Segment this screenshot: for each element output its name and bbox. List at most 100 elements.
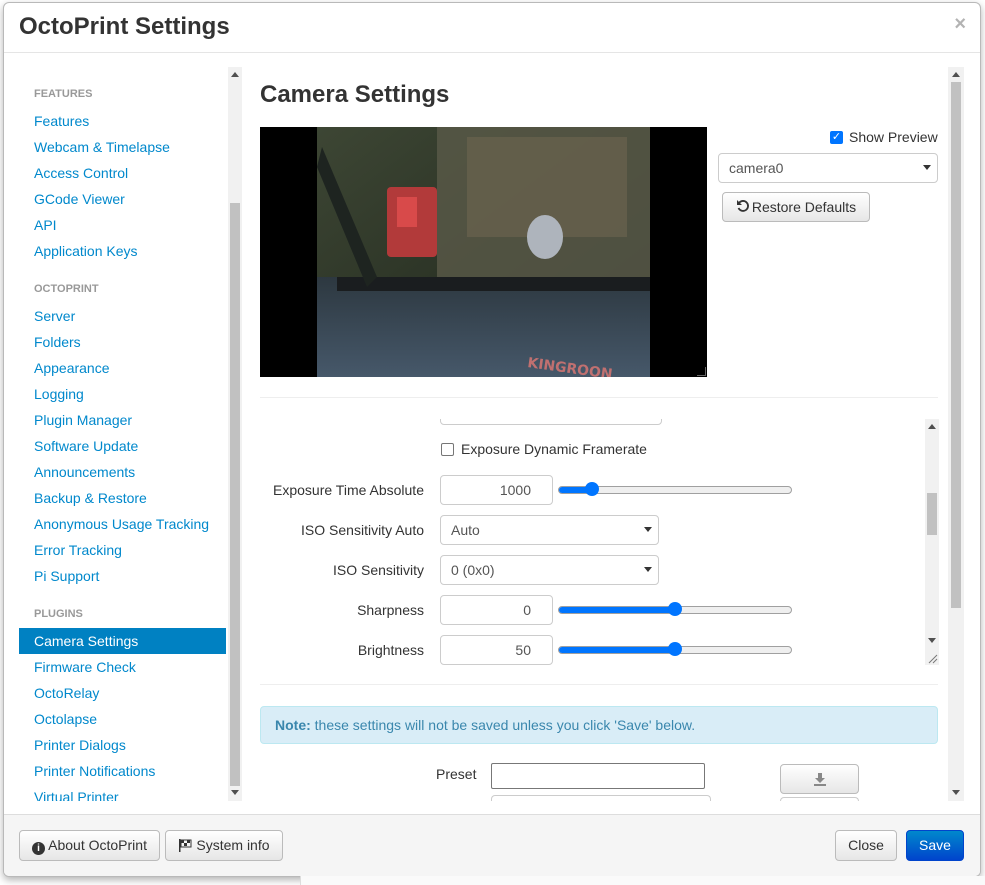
camera-select[interactable]: camera0	[718, 153, 938, 183]
controls-scrollbar[interactable]	[925, 419, 939, 665]
show-preview-label: Show Preview	[849, 129, 938, 145]
sidebar-item-octorelay[interactable]: OctoRelay	[19, 680, 226, 706]
control-label: Exposure Time Absolute	[273, 482, 424, 498]
dialog-footer: i About OctoPrint System info Close Save	[4, 814, 980, 876]
about-octoprint-button[interactable]: i About OctoPrint	[19, 830, 160, 861]
page-title: Camera Settings	[260, 81, 450, 108]
chevron-down-icon	[644, 567, 652, 572]
content-scrollbar-thumb[interactable]	[951, 82, 961, 608]
download-preset-button[interactable]	[780, 764, 859, 794]
sidebar-scroll-down-icon[interactable]	[231, 790, 239, 795]
slider-fill	[559, 607, 675, 613]
preset-label: Preset	[436, 766, 477, 782]
sidebar-item-plugin-manager[interactable]: Plugin Manager	[19, 407, 226, 433]
background-page	[300, 876, 985, 885]
sidebar-item-error-tracking[interactable]: Error Tracking	[19, 537, 226, 563]
camera-select-value: camera0	[729, 160, 784, 176]
slider-handle[interactable]	[668, 642, 682, 656]
sidebar-item-octolapse[interactable]: Octolapse	[19, 706, 226, 732]
brightness-slider[interactable]	[558, 642, 792, 656]
controls-scrollbar-thumb[interactable]	[927, 493, 937, 535]
sidebar-item-folders[interactable]: Folders	[19, 329, 226, 355]
divider	[260, 684, 938, 685]
preview-resize-handle[interactable]	[697, 367, 706, 376]
close-button[interactable]: Close	[835, 830, 897, 861]
slider-handle[interactable]	[585, 482, 599, 496]
restore-defaults-label: Restore Defaults	[751, 199, 857, 215]
resize-grip-icon[interactable]	[926, 651, 938, 664]
exposure-time-input[interactable]: 1000	[440, 475, 553, 505]
sidebar-item-api[interactable]: API	[19, 212, 226, 238]
dialog-title: OctoPrint Settings	[19, 13, 230, 40]
iso-sensitivity-auto-select[interactable]: Auto	[440, 515, 659, 545]
sidebar-item-printer-dialogs[interactable]: Printer Dialogs	[19, 732, 226, 758]
system-info-button[interactable]: System info	[165, 830, 283, 861]
save-note-alert: Note: these settings will not be saved u…	[260, 706, 938, 744]
control-label: Brightness	[357, 642, 424, 658]
preset-input[interactable]	[491, 763, 705, 789]
sidebar-item-application-keys[interactable]: Application Keys	[19, 238, 226, 264]
second-button-partial[interactable]	[780, 797, 859, 801]
download-icon	[813, 772, 827, 789]
note-text: these settings will not be saved unless …	[310, 717, 696, 733]
note-label: Note:	[275, 717, 311, 733]
close-icon[interactable]: ×	[954, 13, 966, 36]
controls-scroll-up-icon[interactable]	[928, 424, 936, 429]
exposure-dynamic-framerate-label: Exposure Dynamic Framerate	[461, 441, 647, 457]
sidebar-scrollbar-thumb[interactable]	[230, 203, 240, 786]
slider-fill	[559, 647, 675, 653]
sidebar-item-logging[interactable]: Logging	[19, 381, 226, 407]
sidebar-item-webcam-timelapse[interactable]: Webcam & Timelapse	[19, 134, 226, 160]
brightness-input[interactable]: 50	[440, 635, 553, 665]
sidebar-item-pi-support[interactable]: Pi Support	[19, 563, 226, 589]
save-button[interactable]: Save	[906, 830, 964, 861]
sidebar-item-backup-restore[interactable]: Backup & Restore	[19, 485, 226, 511]
show-preview-toggle[interactable]: ✓ Show Preview	[830, 129, 938, 145]
camera-preview: KINGROON	[260, 127, 707, 377]
iso-sensitivity-select[interactable]: 0 (0x0)	[440, 555, 659, 585]
settings-dialog: OctoPrint Settings × FEATURES Features Web…	[3, 2, 981, 877]
sidebar-section-header: OCTOPRINT	[34, 283, 99, 295]
chevron-down-icon	[923, 165, 931, 170]
sidebar-section-header: FEATURES	[34, 88, 93, 100]
undo-icon	[736, 194, 750, 222]
content-scroll-down-icon[interactable]	[952, 790, 960, 795]
about-octoprint-label: About OctoPrint	[48, 837, 147, 853]
sidebar-item-gcode-viewer[interactable]: GCode Viewer	[19, 186, 226, 212]
restore-defaults-button[interactable]: Restore Defaults	[722, 192, 870, 222]
sidebar-item-anonymous-usage-tracking[interactable]: Anonymous Usage Tracking	[19, 511, 226, 537]
control-label: ISO Sensitivity	[332, 562, 424, 578]
sidebar-scroll-up-icon[interactable]	[231, 72, 239, 77]
controls-scroll-down-icon[interactable]	[928, 638, 936, 643]
sharpness-input[interactable]: 0	[440, 595, 553, 625]
slider-handle[interactable]	[668, 602, 682, 616]
select-value: 0 (0x0)	[451, 562, 495, 578]
sidebar-item-firmware-check[interactable]: Firmware Check	[19, 654, 226, 680]
sidebar-item-access-control[interactable]: Access Control	[19, 160, 226, 186]
camera-feed-image: KINGROON	[317, 127, 650, 377]
checkbox[interactable]	[441, 442, 454, 456]
sidebar-item-software-update[interactable]: Software Update	[19, 433, 226, 459]
chevron-down-icon	[644, 527, 652, 532]
sharpness-slider[interactable]	[558, 602, 792, 616]
hidden-control-field[interactable]	[440, 419, 662, 425]
flag-checkered-icon	[178, 833, 192, 862]
sidebar-item-printer-notifications[interactable]: Printer Notifications	[19, 758, 226, 784]
system-info-label: System info	[196, 837, 270, 853]
control-label: Sharpness	[357, 602, 424, 618]
sidebar-item-appearance[interactable]: Appearance	[19, 355, 226, 381]
sidebar-item-features[interactable]: Features	[19, 108, 226, 134]
content-scroll-up-icon[interactable]	[952, 72, 960, 77]
settings-sidebar: FEATURES Features Webcam & Timelapse Access…	[19, 67, 226, 801]
exposure-time-slider[interactable]	[558, 482, 792, 496]
sidebar-section-header: PLUGINS	[34, 608, 83, 620]
exposure-dynamic-framerate-toggle[interactable]: Exposure Dynamic Framerate	[441, 441, 647, 457]
divider	[260, 397, 938, 398]
sidebar-item-server[interactable]: Server	[19, 303, 226, 329]
preset-select-partial[interactable]	[491, 795, 711, 801]
sidebar-item-camera-settings[interactable]: Camera Settings	[19, 628, 226, 654]
select-value: Auto	[451, 522, 480, 538]
checkmark-icon[interactable]: ✓	[830, 130, 843, 144]
sidebar-item-virtual-printer[interactable]: Virtual Printer	[19, 784, 226, 801]
sidebar-item-announcements[interactable]: Announcements	[19, 459, 226, 485]
